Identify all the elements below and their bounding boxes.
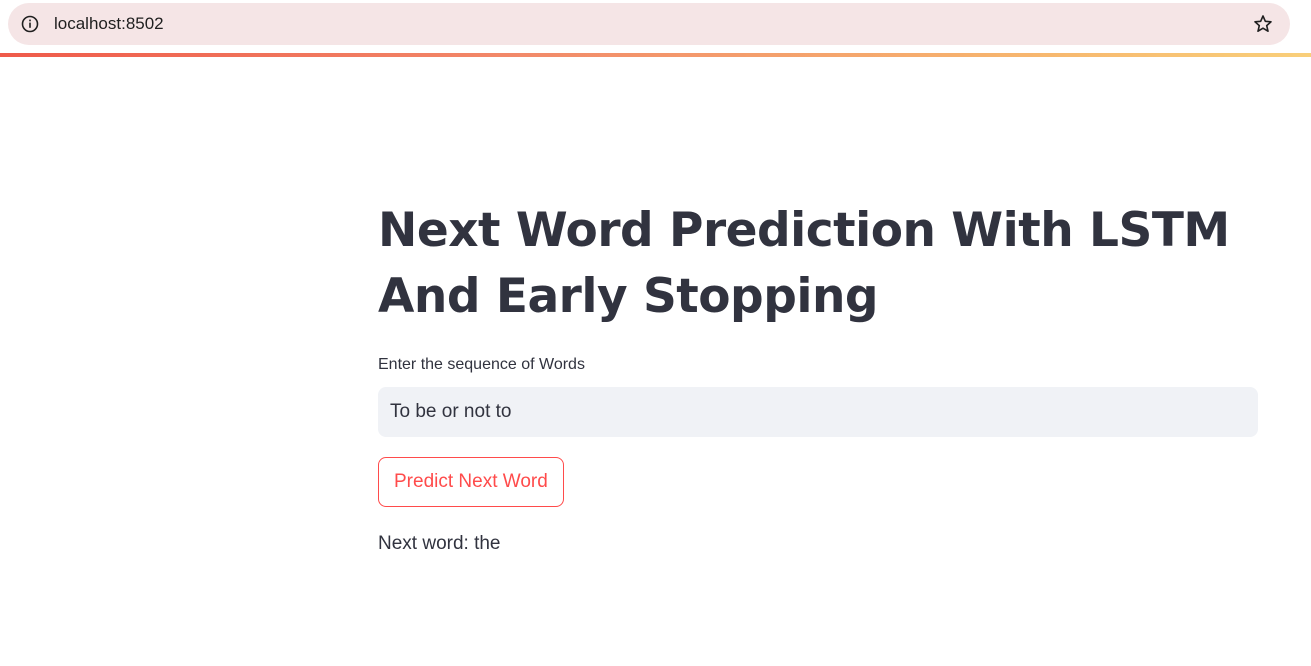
word-sequence-input[interactable]: [378, 387, 1258, 437]
star-icon[interactable]: [1252, 13, 1274, 35]
url-text[interactable]: localhost:8502: [54, 14, 164, 34]
prediction-result: Next word: the: [378, 533, 501, 554]
info-icon[interactable]: [20, 14, 40, 34]
page-title: Next Word Prediction With LSTM And Early…: [378, 203, 1230, 324]
loading-accent-bar: [0, 53, 1311, 57]
predict-next-word-button[interactable]: Predict Next Word: [378, 457, 564, 507]
browser-toolbar: localhost:8502: [0, 0, 1311, 52]
input-label: Enter the sequence of Words: [378, 356, 585, 373]
address-bar[interactable]: localhost:8502: [8, 3, 1290, 45]
main-content: Next Word Prediction With LSTM And Early…: [378, 198, 1258, 557]
